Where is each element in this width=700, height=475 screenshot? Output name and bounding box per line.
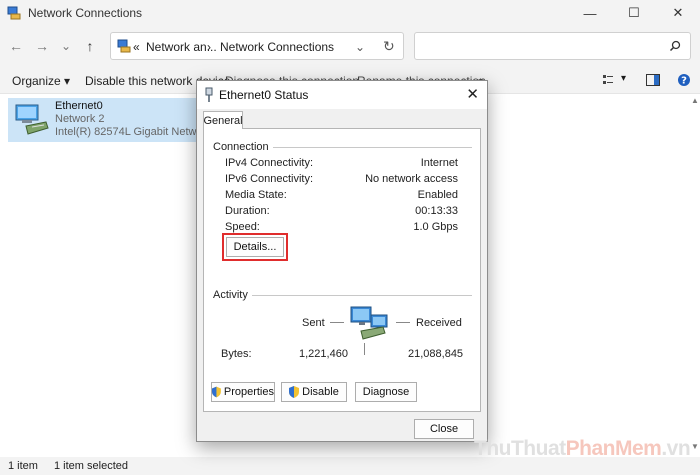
scroll-down-icon[interactable]: ▼ (691, 442, 699, 451)
selected-count: 1 item selected (54, 460, 128, 472)
activity-group-label: Activity (213, 289, 252, 301)
dialog-title: Ethernet0 Status (219, 88, 309, 102)
item-count: 1 item (8, 460, 38, 472)
ethernet-status-dialog: Ethernet0 Status ✕ General Connection IP… (196, 80, 488, 442)
address-dropdown-icon[interactable]: ⌄ (355, 40, 365, 54)
properties-label: Properties (223, 386, 274, 398)
diagnose-button[interactable]: Diagnose (355, 382, 417, 402)
uac-shield-icon (212, 386, 221, 398)
received-label: Received (416, 317, 462, 329)
ipv4-value: Internet (420, 157, 458, 169)
received-dash (396, 322, 410, 323)
back-arrow-icon[interactable]: ← (6, 36, 26, 56)
view-dropdown-icon[interactable]: ▾ (621, 73, 626, 84)
general-panel: Connection IPv4 Connectivity: Internet I… (203, 128, 481, 412)
activity-divider (364, 343, 365, 355)
watermark-logo: ThuThuatPhanMem.vn (474, 437, 691, 460)
address-box[interactable]: « Network an... › Network Connections ⌄ … (110, 32, 404, 60)
organize-menu[interactable]: Organize ▾ (12, 74, 70, 88)
disable-button[interactable]: Disable (281, 382, 347, 402)
details-button[interactable]: Details... (226, 237, 284, 257)
properties-button[interactable]: Properties (211, 382, 275, 402)
activity-group-line (214, 295, 472, 296)
dialog-title-bar: Ethernet0 Status ✕ (197, 81, 487, 109)
close-button[interactable]: Close (414, 419, 474, 439)
vertical-scrollbar[interactable]: ▲ ▼ (688, 94, 700, 453)
ipv4-label: IPv4 Connectivity: (225, 157, 314, 169)
sent-dash (330, 322, 344, 323)
duration-value: 00:13:33 (415, 205, 458, 217)
speed-label: Speed: (225, 221, 260, 233)
connection-group-label: Connection (213, 141, 273, 153)
speed-value: 1.0 Gbps (413, 221, 458, 233)
refresh-icon[interactable]: ↻ (383, 38, 395, 55)
minimize-button[interactable]: — (568, 0, 612, 26)
close-window-button[interactable]: ✕ (656, 0, 700, 26)
breadcrumb-overflow[interactable]: « (133, 40, 140, 54)
maximize-button[interactable]: ☐ (612, 0, 656, 26)
search-icon (669, 40, 681, 52)
scroll-up-icon[interactable]: ▲ (691, 96, 699, 105)
ethernet-adapter-icon (15, 104, 49, 135)
ipv6-label: IPv6 Connectivity: (225, 173, 314, 185)
ethernet-cable-icon (205, 87, 213, 102)
preview-pane-icon[interactable] (646, 74, 660, 86)
bytes-received-value: 21,088,845 (408, 348, 464, 360)
svg-text:?: ? (681, 76, 687, 87)
media-state-label: Media State: (225, 189, 287, 201)
tab-general[interactable]: General (203, 111, 243, 129)
disable-label: Disable (302, 386, 339, 398)
title-bar: Network Connections — ☐ ✕ (0, 0, 700, 26)
duration-label: Duration: (225, 205, 270, 217)
dialog-close-icon[interactable]: ✕ (466, 85, 479, 103)
network-connections-icon (7, 6, 21, 20)
uac-shield-icon (289, 386, 300, 398)
ipv6-value: No network access (365, 173, 458, 185)
forward-arrow-icon[interactable]: → (32, 36, 52, 56)
search-input[interactable] (421, 34, 661, 58)
media-state-value: Enabled (417, 189, 458, 201)
window-title: Network Connections (28, 6, 143, 20)
view-options-icon[interactable] (602, 74, 614, 86)
bytes-label: Bytes: (221, 348, 252, 360)
breadcrumb-separator: › (207, 40, 211, 54)
help-icon[interactable]: ? (677, 73, 691, 87)
recent-locations-icon[interactable]: ⌄ (56, 36, 76, 56)
breadcrumb-network-connections[interactable]: Network Connections (220, 40, 334, 54)
network-activity-icon (350, 306, 388, 340)
network-folder-icon (117, 39, 131, 53)
sent-label: Sent (302, 317, 325, 329)
address-bar-area: ← → ⌄ ↑ « Network an... › Network Connec… (0, 26, 700, 66)
up-arrow-icon[interactable]: ↑ (80, 36, 100, 56)
search-box[interactable] (414, 32, 691, 60)
bytes-sent-value: 1,221,460 (299, 348, 348, 360)
list-item-ethernet0[interactable]: Ethernet0 Network 2 Intel(R) 82574L Giga… (8, 98, 223, 142)
